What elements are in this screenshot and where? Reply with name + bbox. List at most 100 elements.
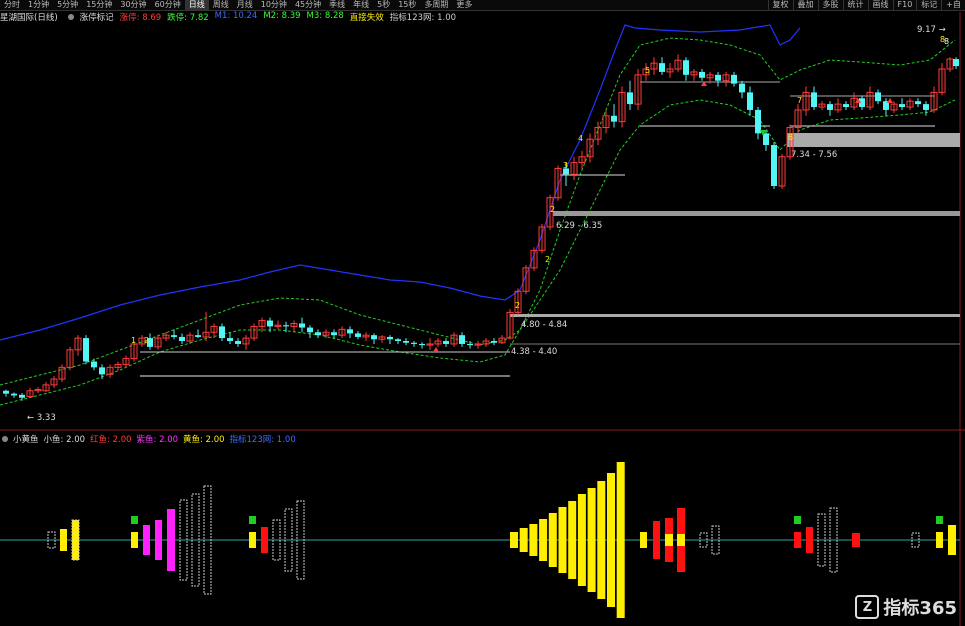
fish-bar-yellow: [587, 488, 596, 592]
count-marker-top: 8: [944, 37, 949, 46]
candle-body-down: [307, 327, 313, 333]
candle-body-down: [899, 104, 905, 108]
candle-body-down: [19, 394, 25, 398]
low-price-label: ← 3.33: [27, 413, 56, 423]
candle-body-down: [3, 390, 9, 394]
zone-label-2: 4.80 - 4.84: [521, 320, 567, 330]
candle-body-down: [371, 335, 377, 340]
candle-body-down: [763, 133, 769, 146]
fish-bar-red: [653, 521, 660, 559]
candle-body-down: [923, 104, 929, 110]
candle-body-down: [347, 329, 353, 334]
fish-bar-yellow: [71, 519, 80, 561]
candle-body-down: [195, 335, 201, 337]
candle-body-down: [331, 332, 337, 336]
candle-body-down: [283, 325, 289, 327]
candle-body-down: [467, 343, 473, 346]
fish-bar-yellow: [539, 519, 548, 561]
count-marker: 3: [563, 161, 568, 170]
fish-bar-yellow: [510, 532, 518, 548]
candle-body-down: [811, 92, 817, 108]
fish-bar-magenta: [155, 520, 162, 560]
candle-body-down: [171, 335, 177, 337]
fish-bar-yellow: [948, 525, 956, 555]
zone-label-4: 7.34 - 7.56: [791, 150, 837, 160]
count-marker: 7: [797, 96, 802, 105]
candle-body-down: [387, 336, 393, 340]
candle-body-down: [355, 333, 361, 337]
candle-body-down: [315, 332, 321, 336]
candle-body-down: [771, 145, 777, 186]
zone-band-4: [787, 133, 960, 147]
watermark-text: 指标365: [883, 598, 957, 619]
fish-bar-yellow: [616, 462, 625, 618]
zone-label-1: 4.38 - 4.40: [511, 347, 557, 357]
fish-bar-red: [806, 527, 813, 553]
fish-bar-yellow: [640, 532, 647, 548]
fish-bar-yellow: [548, 513, 557, 567]
fish-bar-yellow: [936, 532, 943, 548]
fish-bar-red: [852, 533, 860, 547]
chart-canvas[interactable]: 4.38 - 4.40 4.80 - 4.84 6.29 - 6.35 7.34 - …: [0, 0, 965, 626]
candle-body-down: [875, 92, 881, 102]
candle-body-down: [715, 74, 721, 81]
candle-body-down: [411, 342, 417, 344]
candle-body-down: [915, 101, 921, 105]
candle-body-down: [627, 92, 633, 105]
fish-bar-yellow: [665, 534, 673, 546]
count-marker: 2: [144, 336, 149, 345]
high-price-label: 9.17 →: [917, 25, 946, 35]
fish-bar-yellow: [131, 532, 138, 548]
candle-body-down: [843, 104, 849, 108]
candle-body-down: [459, 335, 465, 344]
zone-band-3: [553, 211, 960, 216]
zone-band-2: [510, 314, 960, 317]
fish-bar-yellow: [568, 501, 577, 579]
zone-label-3: 6.29 - 6.35: [556, 221, 602, 231]
count-marker: 5: [645, 66, 650, 75]
fish-green-marker: [936, 516, 943, 524]
candle-body-down: [443, 341, 449, 344]
candle-body-down: [731, 74, 737, 84]
count-marker: 4: [578, 134, 583, 143]
candle-body-down: [299, 323, 305, 328]
count-marker: 6: [788, 133, 793, 142]
logo-icon: Z: [855, 595, 880, 619]
candle-body-down: [403, 341, 409, 343]
fish-bar-yellow: [249, 532, 256, 548]
fish-green-marker: [249, 516, 256, 524]
watermark-logo: Z 指标365: [855, 594, 957, 620]
fish-bar-yellow: [577, 494, 586, 586]
count-marker: 1: [131, 336, 136, 345]
candle-body-down: [739, 83, 745, 93]
candle-body-down: [827, 104, 833, 110]
up-arrow-icon: [887, 98, 893, 103]
count-marker: 2: [550, 205, 555, 214]
candle-body-down: [227, 338, 233, 342]
candle-body-down: [179, 336, 185, 342]
fish-bar-red: [794, 532, 801, 548]
fish-bar-magenta: [167, 509, 175, 571]
fish-bar-yellow: [60, 529, 67, 551]
candle-body-down: [395, 339, 401, 342]
fish-bar-yellow: [607, 473, 615, 607]
candle-body-down: [267, 320, 273, 327]
candle-body-down: [99, 367, 105, 375]
candle-body-down: [683, 60, 689, 75]
fish-bar-yellow: [529, 524, 538, 556]
fish-bar-yellow: [597, 481, 606, 599]
candle-body-down: [83, 338, 89, 362]
candle-body-down: [11, 393, 17, 396]
candle-body-down: [219, 326, 225, 339]
count-marker: 2: [515, 301, 520, 310]
fish-green-marker: [131, 516, 138, 524]
fish-bar-yellow: [558, 507, 567, 573]
candle-body-down: [953, 59, 959, 67]
upper-band-line: [0, 24, 801, 341]
candle-body-down: [91, 361, 97, 368]
candle-body-down: [755, 109, 761, 134]
fish-bar-red: [261, 527, 268, 553]
candle-body-down: [491, 341, 497, 343]
candle-body-down: [419, 343, 425, 346]
fish-bar-yellow: [677, 534, 685, 546]
